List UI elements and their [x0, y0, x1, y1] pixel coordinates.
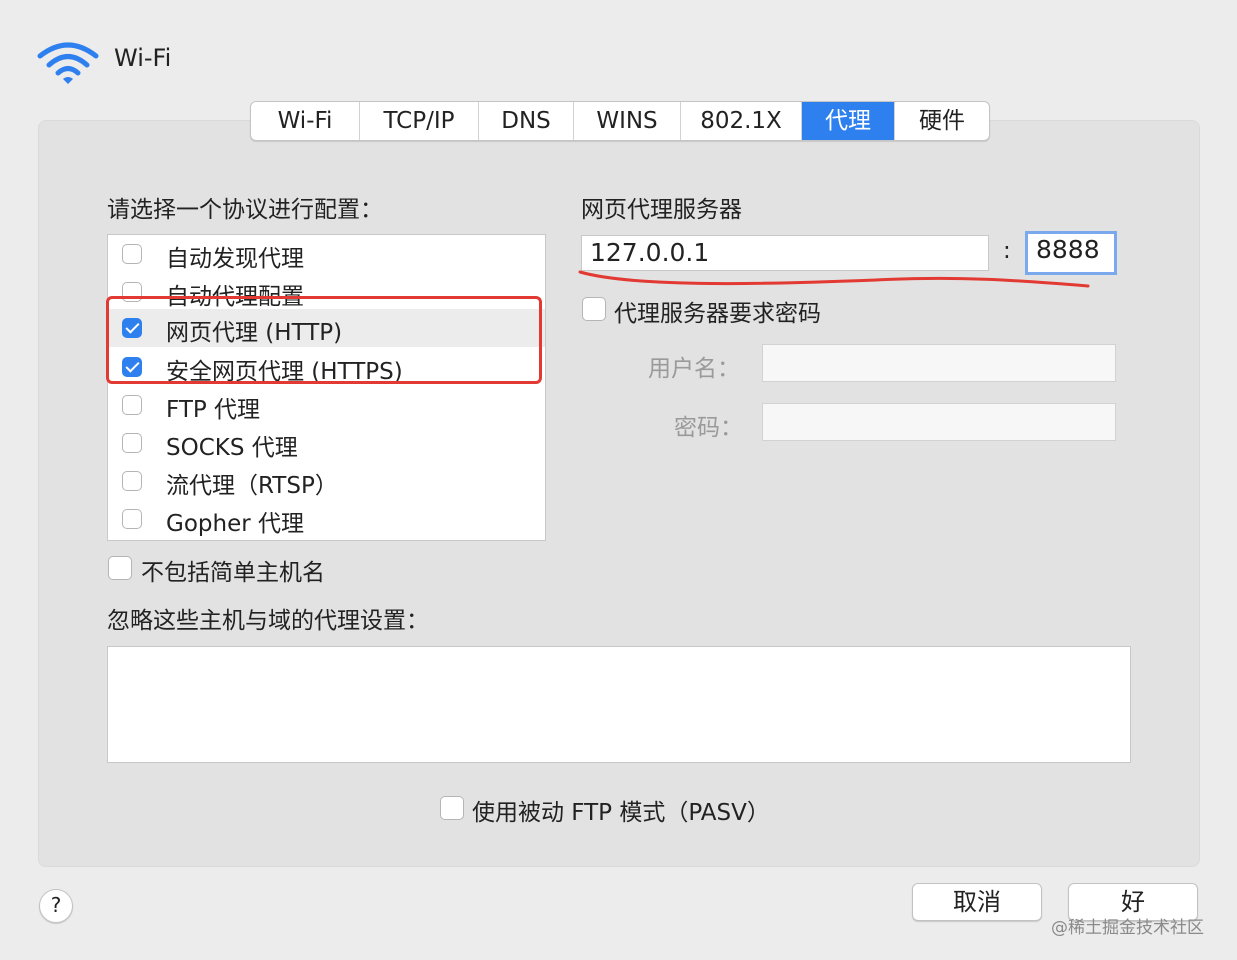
tab-proxy[interactable]: 代理: [802, 102, 895, 140]
help-button[interactable]: ?: [39, 889, 73, 923]
bypass-hosts-textarea[interactable]: [107, 646, 1131, 763]
list-item-label: SOCKS 代理: [166, 435, 298, 461]
port-separator: :: [1003, 238, 1011, 264]
bypass-label: 忽略这些主机与域的代理设置：: [107, 608, 429, 634]
list-item-ftp-proxy[interactable]: FTP 代理: [108, 386, 545, 424]
list-item-label: 自动发现代理: [166, 246, 304, 272]
list-item-label: FTP 代理: [166, 397, 261, 423]
cancel-button[interactable]: 取消: [912, 883, 1042, 921]
password-label: 密码：: [674, 415, 743, 441]
list-item-label: 流代理（RTSP）: [166, 473, 338, 499]
tab-8021x[interactable]: 802.1X: [681, 102, 802, 140]
requires-password-label: 代理服务器要求密码: [614, 301, 821, 327]
watermark: @稀土掘金技术社区: [1051, 918, 1204, 938]
exclude-simple-hostnames-checkbox[interactable]: [108, 556, 132, 580]
tab-wifi[interactable]: Wi-Fi: [251, 102, 360, 140]
checkbox[interactable]: [122, 395, 142, 415]
checkbox[interactable]: [122, 509, 142, 529]
username-label: 用户名：: [648, 356, 740, 382]
list-item-auto-discovery[interactable]: 自动发现代理: [108, 235, 545, 273]
tab-tcpip[interactable]: TCP/IP: [360, 102, 479, 140]
checkbox[interactable]: [122, 433, 142, 453]
annotation-underline: [578, 270, 1090, 288]
checkbox[interactable]: [122, 471, 142, 491]
tab-wins[interactable]: WINS: [574, 102, 681, 140]
window-title: Wi-Fi: [114, 44, 172, 72]
list-item-label: Gopher 代理: [166, 511, 304, 537]
tab-bar: Wi-Fi TCP/IP DNS WINS 802.1X 代理 硬件: [250, 101, 990, 141]
list-item-gopher-proxy[interactable]: Gopher 代理: [108, 500, 545, 538]
password-input[interactable]: [762, 403, 1116, 441]
exclude-simple-hostnames-label: 不包括简单主机名: [141, 560, 325, 586]
wifi-icon: [37, 42, 99, 84]
list-item-rtsp-proxy[interactable]: 流代理（RTSP）: [108, 462, 545, 500]
passive-ftp-label: 使用被动 FTP 模式（PASV）: [472, 800, 770, 826]
username-input[interactable]: [762, 344, 1116, 382]
protocol-list[interactable]: 自动发现代理 自动代理配置 网页代理 (HTTP) 安全网页代理 (HTTPS)…: [107, 234, 546, 541]
tab-dns[interactable]: DNS: [479, 102, 574, 140]
passive-ftp-checkbox[interactable]: [440, 796, 464, 820]
list-item-socks-proxy[interactable]: SOCKS 代理: [108, 424, 545, 462]
annotation-highlight-box: [106, 296, 542, 384]
protocol-list-label: 请选择一个协议进行配置：: [107, 197, 383, 223]
requires-password-checkbox[interactable]: [582, 297, 606, 321]
web-proxy-server-label: 网页代理服务器: [581, 197, 742, 223]
checkbox[interactable]: [122, 244, 142, 264]
tab-hardware[interactable]: 硬件: [895, 102, 989, 140]
